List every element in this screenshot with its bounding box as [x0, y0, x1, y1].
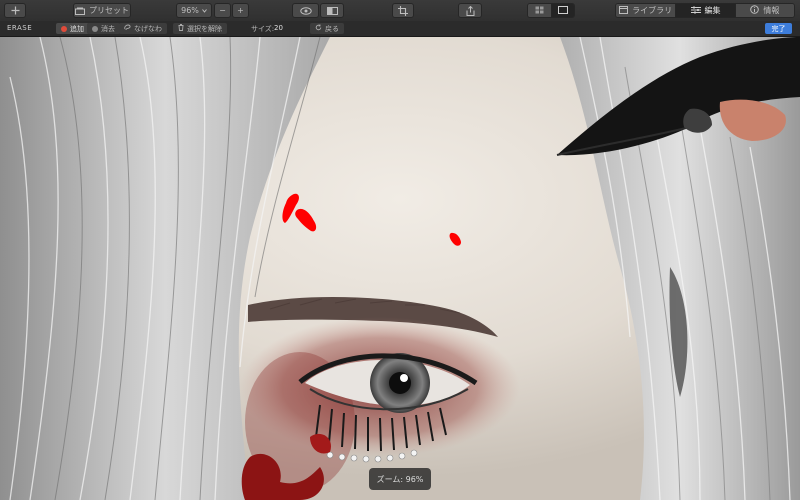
- split-view-icon: [326, 6, 338, 15]
- panel-tabs: ライブラリ 編集 情報: [615, 3, 795, 18]
- portrait-photo: [0, 37, 800, 500]
- done-button[interactable]: 完了: [765, 23, 792, 34]
- library-icon: [619, 5, 629, 16]
- sliders-icon: [690, 5, 701, 16]
- grid-icon: [535, 6, 544, 16]
- crop-icon: [398, 5, 408, 16]
- preview-button[interactable]: [292, 3, 319, 18]
- tab-library-label: ライブラリ: [632, 6, 673, 15]
- zoom-in-button[interactable]: +: [232, 3, 249, 18]
- main-toolbar: プリセット 96% − + ライブラリ 編集 情報: [0, 0, 800, 22]
- mode-title: ERASE: [7, 24, 33, 32]
- brush-size-label: サイズ:: [251, 25, 275, 33]
- erase-brush-icon: [92, 25, 98, 32]
- share-button[interactable]: [458, 3, 482, 18]
- zoom-indicator: ズーム: 96%: [369, 468, 431, 490]
- add-brush-label: 追加: [70, 24, 84, 33]
- erase-brush-button[interactable]: 消去: [87, 23, 120, 34]
- crop-button[interactable]: [392, 3, 414, 18]
- single-image-icon: [557, 5, 568, 16]
- brush-size-value[interactable]: 20: [274, 24, 283, 32]
- clear-selection-label: 選択を解除: [187, 24, 222, 33]
- info-icon: [750, 5, 760, 16]
- photo-canvas[interactable]: ズーム: 96%: [0, 37, 800, 500]
- reset-icon: [315, 24, 322, 33]
- grid-view-button[interactable]: [528, 4, 551, 17]
- tab-library[interactable]: ライブラリ: [616, 4, 676, 17]
- single-view-button[interactable]: [550, 4, 574, 17]
- add-brush-button[interactable]: 追加: [56, 23, 89, 34]
- clear-selection-button[interactable]: 選択を解除: [173, 23, 227, 34]
- trash-icon: [178, 24, 184, 33]
- erase-brush-label: 消去: [101, 24, 115, 33]
- reset-button[interactable]: 戻る: [310, 23, 344, 34]
- presets-button[interactable]: プリセット: [73, 3, 131, 18]
- zoom-level: 96%: [181, 6, 199, 15]
- compare-button[interactable]: [320, 3, 344, 18]
- eye-icon: [299, 6, 312, 15]
- zoom-dropdown[interactable]: 96%: [176, 3, 212, 18]
- layout-toggle: [527, 3, 575, 18]
- lasso-button[interactable]: なげなわ: [119, 23, 167, 34]
- add-button[interactable]: [4, 3, 26, 18]
- lasso-icon: [124, 24, 131, 33]
- zoom-out-button[interactable]: −: [214, 3, 231, 18]
- plus-icon: +: [237, 6, 244, 15]
- minus-icon: −: [219, 6, 226, 15]
- plus-icon: [11, 6, 20, 15]
- lasso-label: なげなわ: [134, 24, 162, 33]
- erase-toolbar: ERASE 追加 消去 なげなわ 選択を解除 サイズ: 20 戻る 完了: [0, 21, 800, 37]
- tab-edit[interactable]: 編集: [675, 4, 735, 17]
- tab-info[interactable]: 情報: [734, 4, 794, 17]
- tab-info-label: 情報: [763, 6, 780, 15]
- reset-label: 戻る: [325, 24, 339, 33]
- add-brush-icon: [61, 25, 67, 32]
- presets-label: プリセット: [89, 6, 129, 15]
- share-icon: [466, 5, 475, 16]
- chevron-down-icon: [202, 8, 207, 13]
- tab-edit-label: 編集: [704, 6, 721, 15]
- presets-icon: [75, 7, 85, 15]
